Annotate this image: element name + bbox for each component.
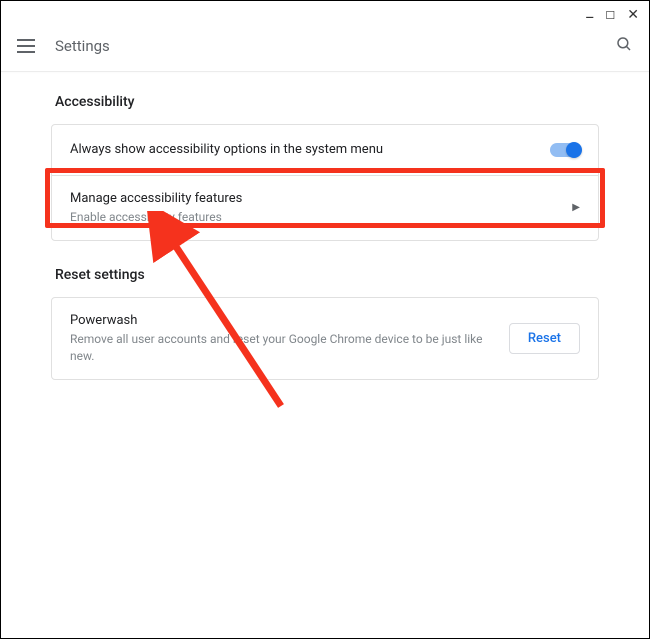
manage-accessibility-row[interactable]: Manage accessibility features Enable acc… [52, 175, 598, 240]
menu-icon[interactable] [17, 39, 35, 53]
maximize-icon[interactable]: ☐ [605, 10, 615, 21]
reset-button[interactable]: Reset [509, 323, 580, 354]
chevron-right-icon: ▶ [572, 202, 580, 213]
close-icon[interactable]: ✕ [627, 8, 639, 22]
powerwash-title: Powerwash [70, 312, 509, 330]
accessibility-heading: Accessibility [51, 94, 599, 110]
manage-accessibility-subtitle: Enable accessibility features [70, 209, 572, 226]
header: Settings [1, 19, 649, 72]
header-title: Settings [55, 37, 615, 55]
minimize-icon[interactable]: _ [586, 4, 593, 20]
search-icon[interactable] [615, 35, 633, 57]
accessibility-card: Always show accessibility options in the… [51, 124, 599, 241]
always-show-row[interactable]: Always show accessibility options in the… [52, 125, 598, 175]
always-show-label: Always show accessibility options in the… [70, 141, 550, 159]
powerwash-row: Powerwash Remove all user accounts and r… [52, 298, 598, 379]
reset-card: Powerwash Remove all user accounts and r… [51, 297, 599, 380]
manage-accessibility-title: Manage accessibility features [70, 190, 572, 208]
reset-heading: Reset settings [51, 267, 599, 283]
powerwash-subtitle: Remove all user accounts and reset your … [70, 331, 509, 365]
always-show-toggle[interactable] [550, 143, 580, 157]
content: Accessibility Always show accessibility … [1, 72, 649, 380]
window-controls: _ ☐ ✕ [586, 7, 639, 23]
